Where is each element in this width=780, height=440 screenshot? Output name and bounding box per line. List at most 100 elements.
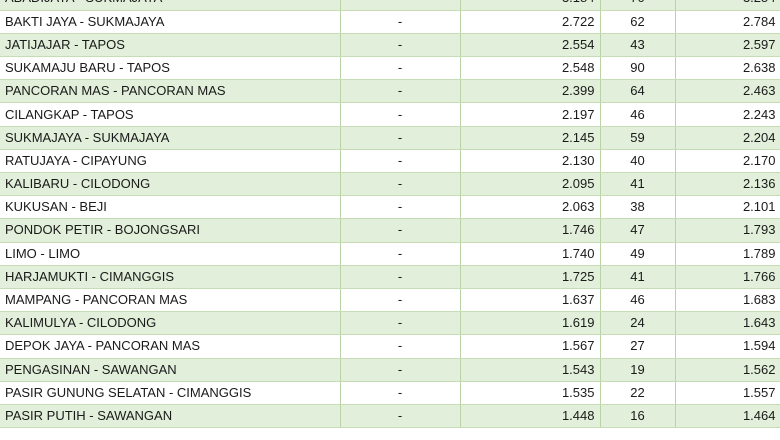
cell-value-c[interactable]: 3.254: [675, 0, 780, 11]
cell-value-b[interactable]: 62: [600, 10, 676, 34]
cell-value-b[interactable]: 27: [600, 334, 676, 359]
cell-dash[interactable]: -: [340, 10, 461, 34]
cell-value-b[interactable]: 47: [600, 218, 676, 243]
cell-location[interactable]: CILANGKAP - TAPOS: [0, 102, 341, 127]
cell-dash[interactable]: -: [340, 311, 461, 336]
cell-value-a[interactable]: 2.095: [460, 172, 601, 197]
cell-dash[interactable]: -: [340, 0, 461, 11]
cell-value-a[interactable]: 1.535: [460, 381, 601, 405]
cell-value-c[interactable]: 1.557: [675, 381, 780, 405]
cell-dash[interactable]: -: [340, 288, 461, 313]
cell-value-b[interactable]: 22: [600, 381, 676, 405]
cell-value-c[interactable]: 2.243: [675, 102, 780, 127]
cell-location[interactable]: PASIR PUTIH - SAWANGAN: [0, 404, 341, 429]
cell-location[interactable]: BAKTI JAYA - SUKMAJAYA: [0, 10, 341, 34]
cell-value-b[interactable]: 24: [600, 311, 676, 336]
cell-value-c[interactable]: 1.594: [675, 334, 780, 359]
cell-value-a[interactable]: 2.063: [460, 195, 601, 220]
cell-value-c[interactable]: 2.597: [675, 33, 780, 58]
cell-value-a[interactable]: 1.740: [460, 242, 601, 266]
cell-value-a[interactable]: 1.725: [460, 265, 601, 289]
cell-value-b[interactable]: 90: [600, 56, 676, 81]
cell-dash[interactable]: -: [340, 56, 461, 81]
cell-value-a[interactable]: 2.145: [460, 126, 601, 150]
cell-value-b[interactable]: 19: [600, 358, 676, 382]
cell-location[interactable]: DEPOK JAYA - PANCORAN MAS: [0, 334, 341, 359]
cell-value-b[interactable]: 49: [600, 242, 676, 266]
cell-dash[interactable]: -: [340, 195, 461, 220]
cell-value-c[interactable]: 2.101: [675, 195, 780, 220]
cell-value-a[interactable]: 2.722: [460, 10, 601, 34]
cell-value-c[interactable]: 2.204: [675, 126, 780, 150]
cell-dash[interactable]: -: [340, 172, 461, 197]
cell-value-c[interactable]: 1.789: [675, 242, 780, 266]
cell-value-b[interactable]: 59: [600, 126, 676, 150]
table-row: PENGASINAN - SAWANGAN - 1.543 19 1.562: [0, 358, 780, 382]
cell-value-c[interactable]: 1.766: [675, 265, 780, 289]
cell-value-a[interactable]: 1.567: [460, 334, 601, 359]
cell-dash[interactable]: -: [340, 102, 461, 127]
cell-value-a[interactable]: 2.197: [460, 102, 601, 127]
cell-value-b[interactable]: 40: [600, 149, 676, 174]
cell-value-c[interactable]: 1.562: [675, 358, 780, 382]
cell-dash[interactable]: -: [340, 381, 461, 405]
table-row: DEPOK JAYA - PANCORAN MAS - 1.567 27 1.5…: [0, 334, 780, 359]
cell-value-a[interactable]: 1.746: [460, 218, 601, 243]
data-table-viewport: ABADIJAYA - SUKMAJAYA - 3.184 70 3.254 B…: [0, 0, 780, 429]
table-row: PASIR PUTIH - SAWANGAN - 1.448 16 1.464: [0, 404, 780, 429]
cell-value-b[interactable]: 46: [600, 102, 676, 127]
cell-value-a[interactable]: 1.619: [460, 311, 601, 336]
cell-value-b[interactable]: 46: [600, 288, 676, 313]
cell-value-b[interactable]: 41: [600, 172, 676, 197]
cell-value-c[interactable]: 2.170: [675, 149, 780, 174]
cell-value-a[interactable]: 2.399: [460, 79, 601, 104]
cell-dash[interactable]: -: [340, 265, 461, 289]
cell-value-c[interactable]: 2.784: [675, 10, 780, 34]
cell-location[interactable]: MAMPANG - PANCORAN MAS: [0, 288, 341, 313]
cell-value-a[interactable]: 2.130: [460, 149, 601, 174]
cell-dash[interactable]: -: [340, 334, 461, 359]
cell-dash[interactable]: -: [340, 33, 461, 58]
cell-value-b[interactable]: 38: [600, 195, 676, 220]
cell-location[interactable]: JATIJAJAR - TAPOS: [0, 33, 341, 58]
cell-dash[interactable]: -: [340, 358, 461, 382]
cell-dash[interactable]: -: [340, 404, 461, 429]
cell-dash[interactable]: -: [340, 126, 461, 150]
cell-location[interactable]: KALIMULYA - CILODONG: [0, 311, 341, 336]
cell-value-b[interactable]: 43: [600, 33, 676, 58]
cell-value-b[interactable]: 41: [600, 265, 676, 289]
cell-value-a[interactable]: 1.637: [460, 288, 601, 313]
cell-value-c[interactable]: 1.793: [675, 218, 780, 243]
cell-value-b[interactable]: 64: [600, 79, 676, 104]
cell-value-b[interactable]: 16: [600, 404, 676, 429]
cell-value-a[interactable]: 1.543: [460, 358, 601, 382]
cell-location[interactable]: PONDOK PETIR - BOJONGSARI: [0, 218, 341, 243]
cell-dash[interactable]: -: [340, 149, 461, 174]
cell-location[interactable]: KALIBARU - CILODONG: [0, 172, 341, 197]
cell-value-b[interactable]: 70: [600, 0, 676, 11]
cell-value-a[interactable]: 3.184: [460, 0, 601, 11]
cell-value-c[interactable]: 2.136: [675, 172, 780, 197]
cell-dash[interactable]: -: [340, 242, 461, 266]
cell-location[interactable]: KUKUSAN - BEJI: [0, 195, 341, 220]
cell-location[interactable]: LIMO - LIMO: [0, 242, 341, 266]
table-row: CILANGKAP - TAPOS - 2.197 46 2.243: [0, 102, 780, 127]
cell-location[interactable]: PANCORAN MAS - PANCORAN MAS: [0, 79, 341, 104]
cell-location[interactable]: SUKMAJAYA - SUKMAJAYA: [0, 126, 341, 150]
cell-value-c[interactable]: 1.643: [675, 311, 780, 336]
cell-location[interactable]: RATUJAYA - CIPAYUNG: [0, 149, 341, 174]
cell-value-a[interactable]: 2.548: [460, 56, 601, 81]
cell-value-a[interactable]: 1.448: [460, 404, 601, 429]
cell-value-c[interactable]: 2.463: [675, 79, 780, 104]
cell-location[interactable]: SUKAMAJU BARU - TAPOS: [0, 56, 341, 81]
cell-dash[interactable]: -: [340, 218, 461, 243]
cell-location[interactable]: PENGASINAN - SAWANGAN: [0, 358, 341, 382]
cell-value-c[interactable]: 1.464: [675, 404, 780, 429]
cell-location[interactable]: ABADIJAYA - SUKMAJAYA: [0, 0, 341, 11]
cell-value-a[interactable]: 2.554: [460, 33, 601, 58]
cell-value-c[interactable]: 1.683: [675, 288, 780, 313]
cell-location[interactable]: PASIR GUNUNG SELATAN - CIMANGGIS: [0, 381, 341, 405]
cell-value-c[interactable]: 2.638: [675, 56, 780, 81]
cell-dash[interactable]: -: [340, 79, 461, 104]
cell-location[interactable]: HARJAMUKTI - CIMANGGIS: [0, 265, 341, 289]
